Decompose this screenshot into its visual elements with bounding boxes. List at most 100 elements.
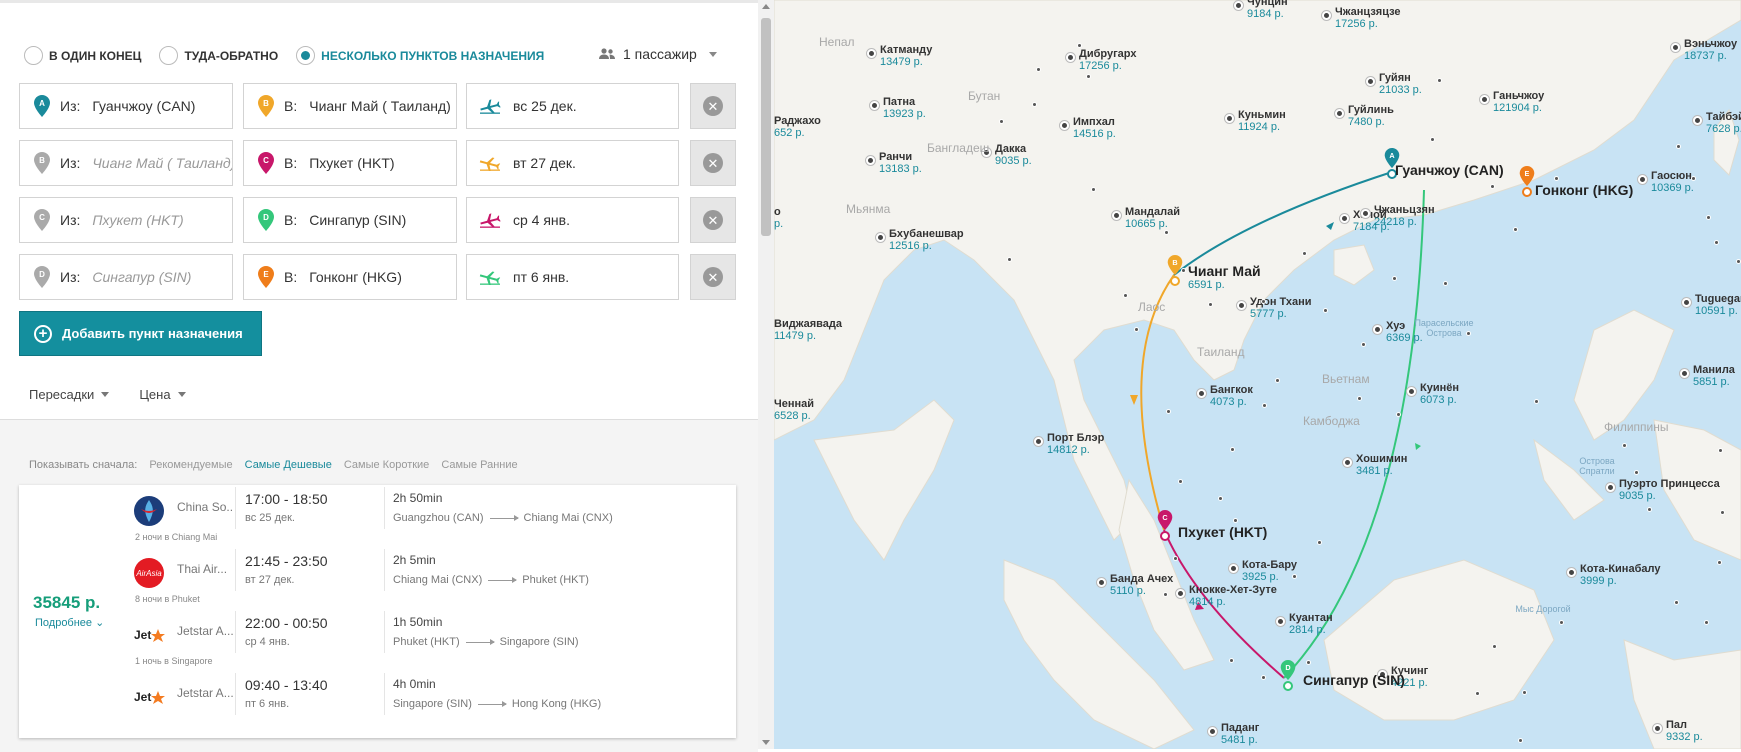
route-marker-c-icon[interactable]: C — [1157, 510, 1173, 530]
map-city[interactable]: Чжанцзяцзе 17256 р. — [1322, 6, 1401, 30]
origin-field[interactable]: A Из: Гуанчжоу (CAN) — [19, 83, 233, 129]
city-dot[interactable] — [1077, 43, 1082, 48]
map-city[interactable]: Порт Блэр 14812 р. — [1034, 432, 1104, 456]
city-dot[interactable] — [1437, 78, 1442, 83]
date-field[interactable]: пт 6 янв. — [466, 254, 679, 300]
map-city[interactable]: Пал 9332 р. — [1653, 719, 1703, 743]
radio-dot[interactable] — [296, 46, 316, 65]
radio-dot[interactable] — [159, 46, 179, 65]
map-city[interactable]: Чунцин 9184 р. — [1234, 0, 1288, 20]
scrollbar-thumb[interactable] — [761, 18, 771, 236]
city-dot[interactable] — [1262, 403, 1267, 408]
map-city[interactable]: Пуэрто Принцесса 9035 р. — [1606, 478, 1720, 502]
date-field[interactable]: вт 27 дек. — [466, 140, 679, 186]
city-dot[interactable] — [1554, 176, 1559, 181]
map-city[interactable]: Манила 5851 р. — [1680, 364, 1735, 388]
city-dot[interactable] — [1007, 257, 1012, 262]
city-dot[interactable] — [1173, 556, 1178, 561]
filter-price[interactable]: Цена — [139, 387, 186, 402]
city-dot[interactable] — [1490, 184, 1495, 189]
city-dot[interactable] — [1233, 518, 1238, 523]
city-dot[interactable] — [1229, 658, 1234, 663]
city-dot[interactable] — [1134, 327, 1139, 332]
city-dot[interactable] — [1306, 660, 1311, 665]
map-city[interactable]: Мандалай 10665 р. — [1112, 206, 1180, 230]
map-city[interactable]: Паданг 5481 р. — [1208, 722, 1259, 746]
route-marker-d-icon[interactable]: D — [1280, 660, 1296, 680]
remove-leg-button[interactable]: ✕ — [690, 140, 736, 186]
map-city[interactable]: Тайбэй 7628 р. — [1693, 111, 1741, 135]
city-dot[interactable] — [1361, 342, 1366, 347]
trip-type-one-way[interactable]: В ОДИН КОНЕЦ — [24, 46, 141, 65]
city-dot[interactable] — [1317, 540, 1322, 545]
destination-field[interactable]: D В: Сингапур (SIN) — [243, 197, 457, 243]
city-dot[interactable] — [1522, 690, 1527, 695]
city-dot[interactable] — [1622, 443, 1627, 448]
filter-stops[interactable]: Пересадки — [29, 387, 110, 402]
sort-earliest[interactable]: Самые Ранние — [441, 459, 517, 471]
city-dot[interactable] — [1475, 691, 1480, 696]
city-dot[interactable] — [1534, 399, 1539, 404]
sort-recommended[interactable]: Рекомендуемые — [149, 459, 232, 471]
map-city[interactable]: Раджахо 652 р. — [774, 115, 821, 139]
map-city[interactable]: Ганьчжоу 121904 р. — [1480, 90, 1544, 114]
route-city-label[interactable]: Чианг Май 6591 р. — [1188, 263, 1261, 291]
city-dot[interactable] — [1292, 574, 1297, 579]
date-field[interactable]: ср 4 янв. — [466, 197, 679, 243]
city-dot[interactable] — [1275, 378, 1280, 383]
map-city[interactable]: Ранчи 13183 р. — [866, 151, 922, 175]
city-dot[interactable] — [1492, 644, 1497, 649]
city-dot[interactable] — [1676, 144, 1681, 149]
map-city[interactable]: Гуйян 21033 р. — [1366, 72, 1422, 96]
city-dot[interactable] — [1036, 67, 1041, 72]
scroll-up-arrow[interactable] — [762, 4, 770, 9]
city-dot[interactable] — [1430, 137, 1435, 142]
city-dot[interactable] — [1302, 251, 1307, 256]
city-dot[interactable] — [1086, 74, 1091, 79]
scroll-down-arrow[interactable] — [762, 740, 770, 745]
remove-leg-button[interactable]: ✕ — [690, 197, 736, 243]
map-city[interactable]: Куньмин 11924 р. — [1225, 109, 1286, 133]
passenger-selector[interactable]: 1 пассажир — [599, 46, 717, 62]
city-dot[interactable] — [1647, 507, 1652, 512]
map-city[interactable]: Гаосюн 10369 р. — [1638, 170, 1694, 194]
map-city[interactable]: Кнокке-Хет-Зуте 4814 р. — [1176, 584, 1277, 608]
city-dot[interactable] — [1396, 412, 1401, 417]
map-city[interactable]: Чжаньцзян 24218 р. — [1361, 204, 1435, 228]
city-dot[interactable] — [1559, 620, 1564, 625]
city-dot[interactable] — [1163, 592, 1168, 597]
city-dot[interactable] — [1718, 448, 1723, 453]
origin-field[interactable]: C Из: Пхукет (HKT) — [19, 197, 233, 243]
details-link[interactable]: Подробнее ⌄ — [35, 616, 104, 629]
city-dot[interactable] — [1674, 600, 1679, 605]
map-city[interactable]: Куантан 2814 р. — [1276, 612, 1333, 636]
add-destination-button[interactable]: + Добавить пункт назначения — [19, 311, 262, 356]
route-city-label[interactable]: Гуанчжоу (CAN) — [1395, 162, 1504, 178]
route-map[interactable]: Чунцин 9184 р. Чжанцзяцзе 17256 р. Вэньчжоу 1… — [774, 0, 1741, 749]
city-dot[interactable] — [1513, 227, 1518, 232]
destination-field[interactable]: B В: Чианг Май ( Таиланд) — [243, 83, 457, 129]
map-city[interactable]: Импхал 14516 р. — [1060, 116, 1116, 140]
city-dot[interactable] — [1720, 510, 1725, 515]
map-city[interactable]: Гуйлинь 7480 р. — [1335, 104, 1394, 128]
sort-shortest[interactable]: Самые Короткие — [344, 459, 429, 471]
scrollbar[interactable] — [758, 0, 774, 749]
trip-type-round-trip[interactable]: ТУДА-ОБРАТНО — [159, 46, 278, 65]
sort-cheapest[interactable]: Самые Дешевые — [245, 459, 332, 471]
map-city[interactable]: Кота-Кинабалу 3999 р. — [1567, 563, 1660, 587]
city-dot[interactable] — [1218, 496, 1223, 501]
city-dot[interactable] — [1518, 738, 1523, 743]
map-city[interactable]: Бангкок 4073 р. — [1197, 384, 1253, 408]
city-dot[interactable] — [1717, 560, 1722, 565]
date-field[interactable]: вс 25 дек. — [466, 83, 679, 129]
city-dot[interactable] — [1164, 230, 1169, 235]
city-dot[interactable] — [1166, 409, 1171, 414]
origin-field[interactable]: B Из: Чианг Май ( Таиланд) — [19, 140, 233, 186]
destination-field[interactable]: C В: Пхукет (HKT) — [243, 140, 457, 186]
map-city[interactable]: Бхубанешвар 12516 р. — [876, 228, 964, 252]
map-city[interactable]: Удон Тхани 5777 р. — [1237, 296, 1312, 320]
route-marker-e-icon[interactable]: E — [1519, 166, 1535, 186]
city-dot[interactable] — [1357, 396, 1362, 401]
city-dot[interactable] — [1634, 470, 1639, 475]
remove-leg-button[interactable]: ✕ — [690, 83, 736, 129]
